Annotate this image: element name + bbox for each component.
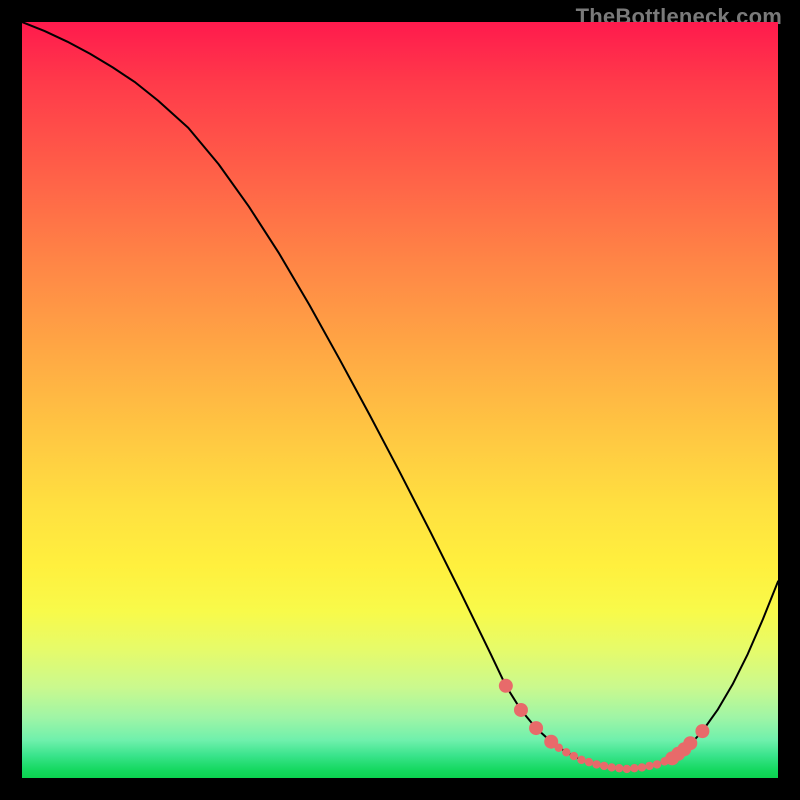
- valley-highlight-point: [638, 763, 646, 771]
- plot-area: [22, 22, 778, 778]
- valley-highlight-point: [514, 703, 528, 717]
- valley-highlight-point: [695, 724, 709, 738]
- valley-highlight-point: [570, 752, 578, 760]
- valley-highlight-point: [562, 748, 570, 756]
- valley-highlight-point: [585, 758, 593, 766]
- series-container: [22, 22, 778, 773]
- valley-highlight-point: [683, 736, 697, 750]
- valley-highlight-point: [623, 765, 631, 773]
- valley-highlight-point: [499, 679, 513, 693]
- valley-highlight-point: [577, 756, 585, 764]
- valley-highlight-point: [645, 762, 653, 770]
- valley-highlight-point: [555, 744, 563, 752]
- valley-highlight-point: [653, 760, 661, 768]
- valley-highlight-point: [630, 764, 638, 772]
- valley-highlight-point: [529, 721, 543, 735]
- valley-highlight-point: [607, 763, 615, 771]
- valley-highlight-point: [615, 764, 623, 772]
- chart-container: TheBottleneck.com: [0, 0, 800, 800]
- valley-highlight-point: [600, 762, 608, 770]
- chart-svg: [22, 22, 778, 778]
- valley-highlight-point: [592, 760, 600, 768]
- main-curve-path: [22, 22, 778, 769]
